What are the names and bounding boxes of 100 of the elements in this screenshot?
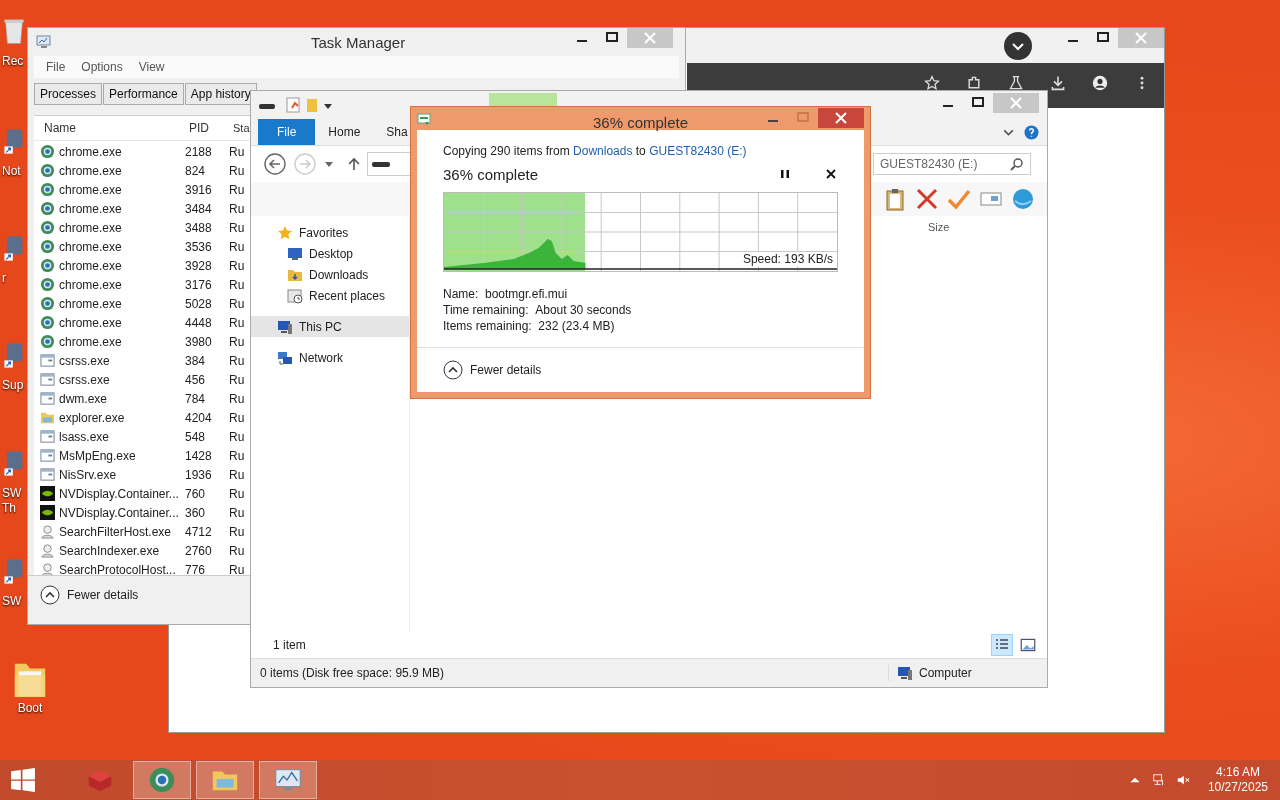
column-header[interactable]: Sta: [233, 122, 250, 134]
table-cell: Ru: [229, 543, 245, 558]
menu-item[interactable]: File: [46, 60, 66, 74]
desktop-icon-label: Not: [2, 164, 22, 179]
desktop-icon-label: r: [2, 271, 7, 286]
detail-line: Name: bootmgr.efi.mui: [443, 287, 569, 301]
globe-icon: [40, 315, 55, 330]
globe-icon: [40, 296, 55, 311]
process-name: SearchFilterHost.exe: [59, 524, 172, 539]
chevron-down-icon[interactable]: [1004, 31, 1032, 60]
table-cell: Ru: [229, 372, 245, 387]
app-window-icon: [40, 467, 55, 482]
menu-item[interactable]: View: [138, 60, 165, 74]
ribbon-tab[interactable]: File: [258, 119, 316, 145]
table-cell-text: 2188: [184, 144, 213, 159]
progress-heading: 36% complete: [443, 165, 539, 183]
globe-icon: [40, 334, 55, 349]
fewer-details-button[interactable]: Fewer details: [443, 360, 542, 380]
flask-icon[interactable]: [1008, 75, 1024, 91]
help-icon[interactable]: [1024, 124, 1039, 140]
table-cell-text: 2760: [184, 543, 213, 558]
globe-icon: [40, 144, 55, 159]
table-cell-text: 4204: [184, 410, 213, 425]
back-icon[interactable]: [263, 152, 287, 176]
table-cell-text: 824: [184, 163, 207, 178]
app-window-icon: [40, 353, 55, 368]
download-icon[interactable]: [1050, 75, 1066, 91]
table-cell-text: 760: [184, 486, 207, 501]
globe-icon: [40, 239, 55, 254]
taskbar-app[interactable]: [259, 761, 317, 799]
app-window-icon: [40, 391, 55, 406]
eye-logo-icon: [40, 505, 55, 520]
profile-icon[interactable]: [1092, 75, 1108, 91]
details-view-icon[interactable]: [991, 634, 1013, 656]
taskbar-app[interactable]: [133, 761, 191, 799]
search-icon: [1010, 157, 1024, 171]
tab[interactable]: Performance: [103, 83, 184, 105]
clock[interactable]: 4:16 AM 10/27/2025: [1207, 765, 1268, 795]
process-name: csrss.exe: [59, 372, 110, 387]
destination-link[interactable]: GUEST82430 (E:): [649, 144, 747, 158]
start-button-icon[interactable]: [10, 767, 36, 793]
table-cell-text: 3484: [184, 201, 213, 216]
table-cell: Ru: [229, 467, 245, 482]
close-icon[interactable]: [824, 167, 838, 181]
menu-item[interactable]: Options: [81, 60, 123, 74]
table-cell-text: 548: [184, 429, 207, 444]
table-cell: Ru: [229, 277, 245, 292]
ribbon-tab[interactable]: Home: [315, 119, 374, 145]
table-cell: Ru: [229, 562, 245, 575]
desktop-icon-label: Boot: [17, 701, 43, 716]
process-name: SearchIndexer.exe: [59, 543, 160, 558]
table-cell-text: 384: [184, 353, 207, 368]
nav-item[interactable]: Recent places: [251, 285, 409, 306]
nav-item[interactable]: Favorites: [251, 222, 409, 243]
checkmark-icon[interactable]: [947, 187, 971, 211]
table-cell-text: 1936: [184, 467, 213, 482]
table-cell: Ru: [229, 296, 245, 311]
star-icon: [277, 224, 293, 241]
window-title: 36% complete: [593, 114, 689, 131]
process-name: chrome.exe: [59, 220, 122, 235]
table-cell-text: 3488: [184, 220, 213, 235]
table-cell-text: 784: [184, 391, 207, 406]
star-icon[interactable]: [924, 75, 940, 91]
computer-icon: [277, 318, 293, 335]
nav-item[interactable]: This PC: [251, 316, 409, 337]
drive-icon: [372, 160, 390, 168]
process-name: chrome.exe: [59, 277, 122, 292]
up-arrow-icon[interactable]: [347, 157, 361, 171]
fewer-details-button[interactable]: Fewer details: [40, 585, 139, 605]
pause-icon[interactable]: [778, 167, 792, 181]
table-cell-text: 3176: [184, 277, 213, 292]
table-cell-text: 3536: [184, 239, 213, 254]
source-link[interactable]: Downloads: [573, 144, 633, 158]
process-name: chrome.exe: [59, 163, 122, 178]
table-cell: Ru: [229, 258, 245, 273]
column-header[interactable]: PID: [183, 121, 233, 135]
process-name: SearchProtocolHost...: [59, 562, 176, 575]
table-cell: Ru: [229, 391, 245, 406]
item-count: 1 item: [273, 638, 306, 652]
process-name: chrome.exe: [59, 201, 122, 216]
tab[interactable]: Processes: [34, 83, 103, 105]
process-name: NisSrv.exe: [59, 467, 117, 482]
column-header[interactable]: Name: [34, 121, 183, 135]
desktop-icon-label: Sup: [2, 378, 25, 393]
nav-item[interactable]: Network: [251, 347, 409, 368]
clipboard-icon[interactable]: [883, 187, 907, 211]
puzzle-icon[interactable]: [966, 75, 982, 91]
delete-icon[interactable]: [915, 187, 939, 211]
column-header[interactable]: Size: [928, 221, 950, 233]
tab[interactable]: App history: [184, 83, 257, 105]
network-icon[interactable]: [1151, 773, 1166, 787]
nav-item[interactable]: Desktop: [251, 243, 409, 264]
recent-places-icon: [287, 287, 303, 304]
table-cell: Ru: [229, 163, 245, 178]
nav-item[interactable]: Downloads: [251, 264, 409, 285]
muted-speaker-icon[interactable]: [1175, 773, 1190, 787]
globe-icon[interactable]: [1011, 187, 1035, 211]
table-cell-text: 1428: [184, 448, 213, 463]
table-cell-text: 3980: [184, 334, 213, 349]
search-field[interactable]: GUEST82430 (E:): [873, 153, 1031, 175]
